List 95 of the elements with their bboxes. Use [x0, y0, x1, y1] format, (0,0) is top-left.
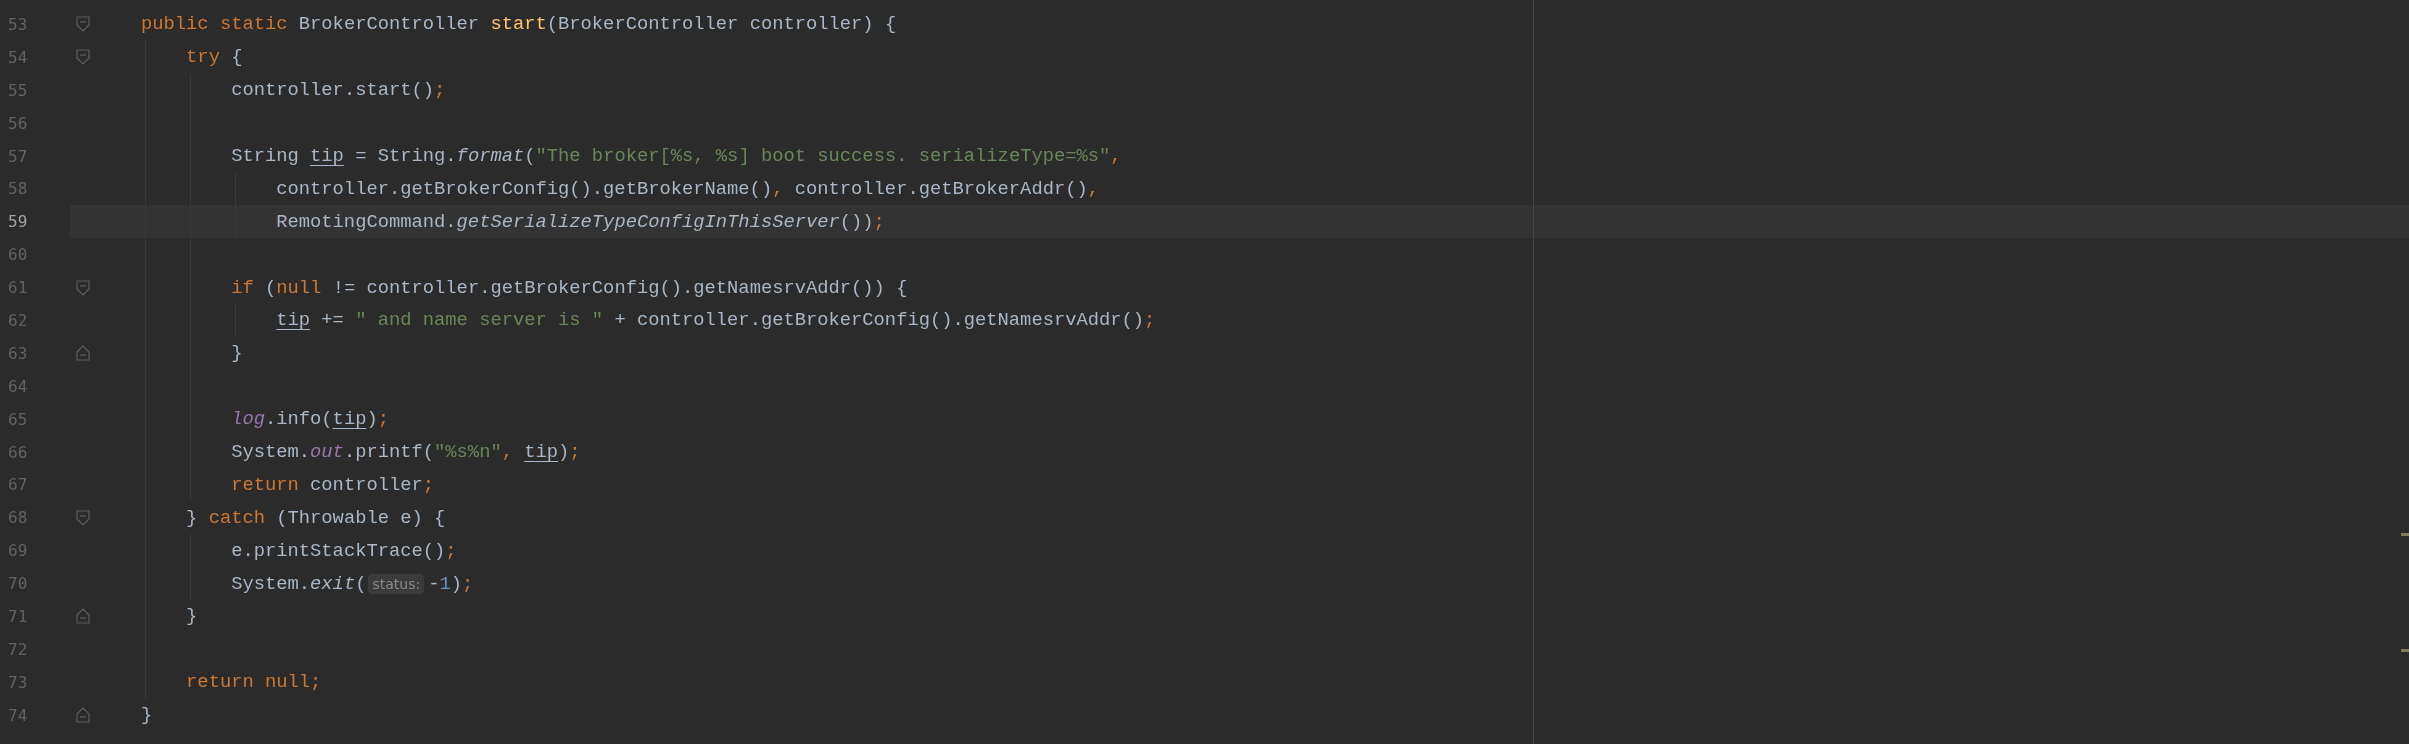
static-field: log	[231, 408, 265, 431]
line-number: 61	[7, 278, 29, 298]
punctuation: ;	[462, 572, 474, 595]
line-number: 53	[7, 14, 29, 34]
string-literal: "The broker[%s, %s] boot success. serializeType=%s"	[535, 145, 1111, 167]
punctuation: ;	[873, 210, 885, 233]
fold-icon[interactable]	[76, 49, 90, 66]
code-text: controller.start()	[231, 79, 435, 102]
punctuation: ;	[310, 671, 322, 694]
line-number: 67	[7, 475, 29, 495]
line-number: 68	[7, 508, 29, 528]
code-text: System.	[231, 572, 311, 595]
keyword: null	[276, 276, 322, 299]
code-text: }	[141, 704, 153, 727]
fold-icon[interactable]	[76, 509, 90, 526]
unfold-icon[interactable]	[76, 707, 90, 724]
variable: tip	[310, 145, 344, 167]
line-number: 65	[7, 409, 29, 429]
code-text: controller.getBrokerAddr()	[793, 177, 1088, 200]
punctuation: ;	[1144, 309, 1156, 332]
code-text: -	[428, 572, 440, 595]
line-number: 74	[7, 705, 29, 725]
code-text: }	[231, 342, 243, 365]
line-number: 64	[7, 376, 29, 396]
code-text: )	[450, 572, 463, 595]
code-text: (	[355, 572, 367, 595]
line-number: 58	[7, 179, 29, 199]
code-text: = String.	[354, 145, 457, 167]
line-number: 72	[7, 639, 29, 659]
line-number: 70	[7, 574, 29, 594]
code-text: }	[186, 506, 199, 529]
punctuation: ,	[1110, 145, 1122, 167]
line-number: 69	[7, 541, 29, 561]
number-literal: 1	[439, 572, 451, 595]
code-text: System.	[231, 441, 311, 463]
variable: tip	[276, 309, 311, 332]
line-number: 56	[7, 113, 29, 133]
line-number: 62	[7, 310, 29, 330]
code-text: }	[186, 605, 198, 628]
punctuation: ;	[422, 473, 435, 496]
static-method-call: getSerializeTypeConfigInThisServer	[456, 210, 840, 233]
line-number: 63	[7, 343, 29, 363]
string-literal: "%s%n"	[434, 441, 502, 463]
punctuation: ,	[772, 177, 784, 200]
code-text: )	[558, 441, 570, 463]
code-text: e.printStackTrace()	[231, 539, 446, 562]
string-literal: " and name server is "	[355, 309, 604, 332]
line-number: 54	[7, 47, 29, 67]
code-text: String	[231, 145, 300, 167]
unfold-icon[interactable]	[76, 345, 90, 362]
fold-icon[interactable]	[76, 279, 90, 296]
line-number: 73	[7, 672, 29, 692]
static-method-call: format	[456, 145, 525, 167]
code-text: + controller.getBrokerConfig().getNamesrvAddr()	[613, 309, 1145, 332]
unfold-icon[interactable]	[76, 608, 90, 625]
punctuation: ;	[434, 79, 446, 102]
static-field: out	[310, 441, 344, 463]
variable: tip	[524, 441, 559, 463]
line-number: 55	[7, 80, 29, 100]
keyword: try	[186, 46, 220, 69]
fold-icon[interactable]	[76, 16, 90, 33]
punctuation: ,	[1087, 177, 1100, 200]
line-number: 57	[7, 146, 29, 166]
code-text: )	[366, 408, 378, 431]
keyword: if	[231, 276, 254, 299]
code-text: controller	[309, 473, 423, 496]
code-text: {	[230, 46, 243, 69]
parameter-hint: status:	[368, 573, 425, 594]
code-text: BrokerController	[297, 13, 481, 36]
punctuation: ;	[569, 441, 581, 463]
keyword: return null	[186, 671, 311, 694]
code-text: (Throwable e) {	[275, 506, 446, 529]
code-text: controller.getBrokerConfig().getBrokerName()	[276, 177, 773, 200]
line-number: 66	[7, 442, 29, 462]
code-text: (	[524, 145, 536, 167]
code-text: (	[264, 276, 277, 299]
punctuation: ;	[445, 539, 457, 562]
keyword: return	[231, 473, 299, 496]
code-text: (BrokerController controller) {	[546, 13, 897, 36]
code-text: .printf(	[343, 441, 435, 463]
punctuation: ,	[501, 441, 514, 463]
code-text: +=	[320, 309, 345, 332]
keyword: catch	[208, 506, 265, 529]
code-text: != controller.getBrokerConfig().getNamesrvAddr()) {	[331, 276, 908, 299]
line-number: 60	[7, 245, 29, 265]
code-text: RemotingCommand.	[276, 210, 457, 233]
line-number: 59	[7, 212, 29, 232]
method-name: start	[490, 13, 547, 36]
variable: tip	[332, 408, 367, 431]
keyword: public static	[141, 13, 288, 36]
line-number: 71	[7, 606, 29, 626]
static-method-call: exit	[310, 572, 356, 595]
code-text: .info(	[265, 408, 333, 431]
code-text: ())	[839, 210, 874, 233]
punctuation: ;	[377, 408, 389, 431]
